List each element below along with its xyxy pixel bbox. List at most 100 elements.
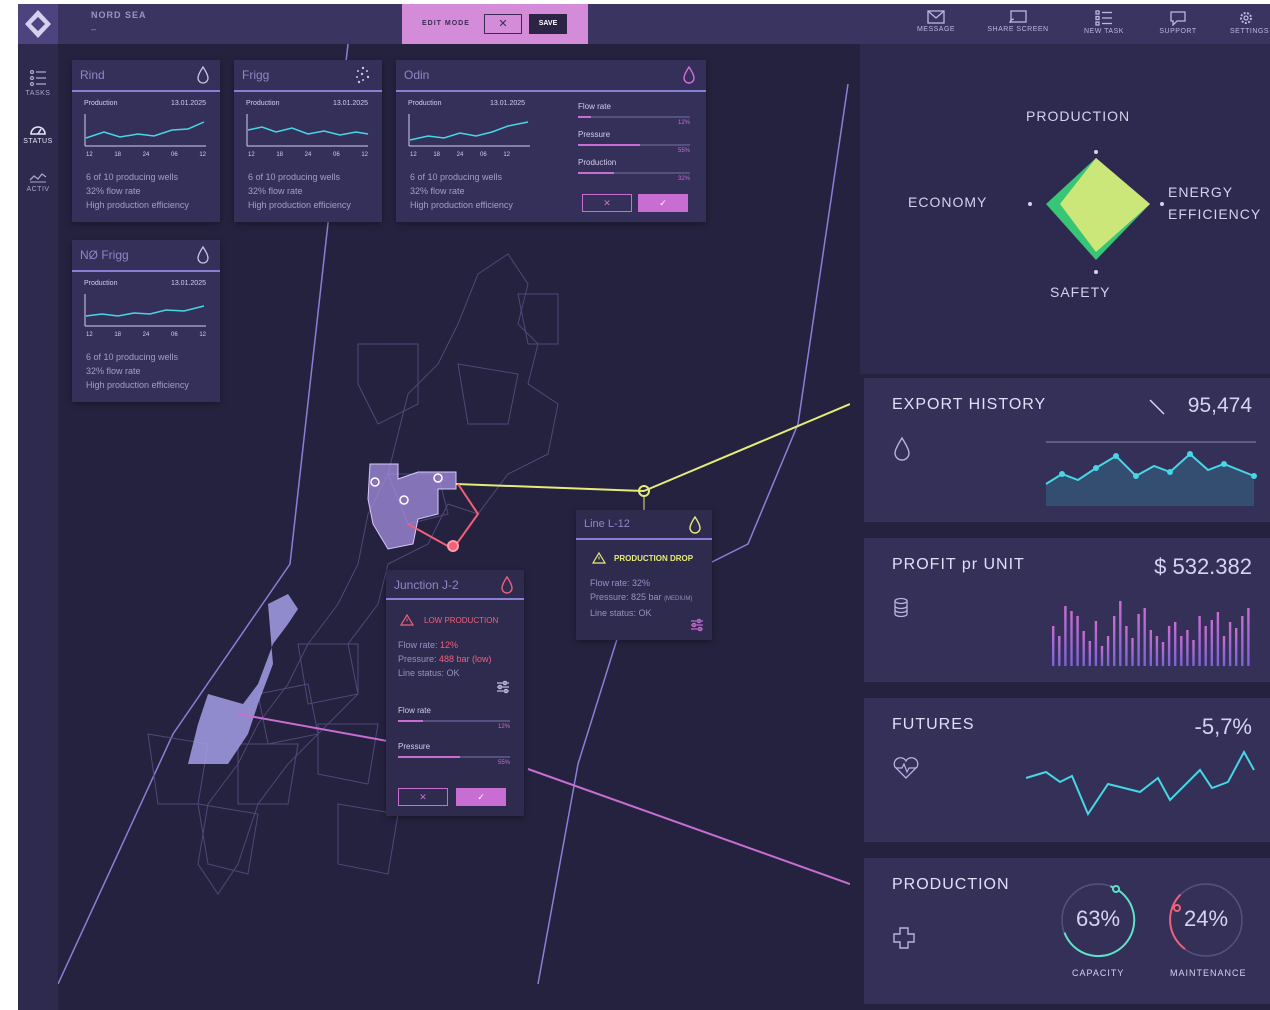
flow-rate-value: 12%	[440, 640, 459, 650]
support-button[interactable]: SUPPORT	[1138, 10, 1218, 35]
share-screen-button[interactable]: SHARE SCREEN	[978, 10, 1058, 33]
production-chart	[84, 294, 206, 327]
flow-rate-slider[interactable]: Flow rate 12%	[578, 102, 690, 128]
card-header: Rind	[72, 60, 220, 92]
action-bar: MESSAGE SHARE SCREEN NEW TASK SUPPORT SE…	[860, 4, 1270, 44]
summary-line: 32% flow rate	[86, 186, 141, 196]
profit-bar	[1094, 621, 1098, 666]
flow-rate-slider[interactable]: Flow rate 12%	[398, 706, 510, 736]
profit-bar	[1241, 616, 1244, 666]
drop-icon	[894, 436, 910, 461]
radar-label-economy: ECONOMY	[908, 194, 988, 210]
profit-bar	[1174, 622, 1177, 666]
drop-icon	[197, 246, 209, 264]
sidebar-item-activ[interactable]: ACTIV	[18, 170, 58, 193]
edit-cancel-button[interactable]: ✕	[484, 14, 522, 34]
profit-bar	[1149, 630, 1152, 666]
profit-bar	[1192, 640, 1195, 666]
profit-bar	[1088, 641, 1091, 666]
slider-label: Pressure	[398, 742, 431, 751]
junction-confirm-button[interactable]: ✓	[456, 788, 506, 806]
line-popup[interactable]: Line L-12 PRODUCTION DROP Flow rate: 32%…	[576, 510, 712, 640]
alert-text: PRODUCTION DROP	[614, 554, 694, 563]
odin-confirm-button[interactable]: ✓	[638, 194, 688, 212]
profit-bar	[1082, 631, 1085, 666]
tick-label: 24	[456, 152, 464, 158]
tick-label: 12	[361, 152, 368, 158]
field-card-no-frigg[interactable]: NØ Frigg Production 13.01.2025 12 18 24 06 1…	[72, 240, 220, 402]
new-task-button[interactable]: NEW TASK	[1064, 10, 1144, 35]
profit-bar	[1210, 620, 1213, 666]
profit-bar	[1204, 626, 1207, 666]
chart-ticks: 12 18 24 06 12	[86, 332, 206, 338]
field-card-rind[interactable]: Rind Production 13.01.2025 12 18 24 06 12 6 …	[72, 60, 220, 222]
summary-line: High production efficiency	[86, 200, 189, 210]
app-logo[interactable]	[18, 4, 58, 44]
sliders-icon[interactable]	[690, 618, 704, 632]
slider-fill	[578, 144, 640, 146]
share-screen-label: SHARE SCREEN	[987, 26, 1049, 33]
line-status-text: Line status: OK	[590, 608, 652, 618]
junction-node-marker[interactable]	[447, 540, 459, 552]
slider-fill	[578, 116, 592, 118]
slider-fill	[398, 720, 423, 722]
arrow-down-icon	[1149, 399, 1165, 415]
radar-label-production: PRODUCTION	[1026, 108, 1131, 124]
production-panel[interactable]: PRODUCTION 63% CAPACITY 24% MAINTENANCE	[864, 858, 1270, 1004]
profit-bar	[1052, 626, 1055, 666]
edit-mode-bar: EDIT MODE ✕ SAVE	[402, 4, 588, 44]
card-header: Line L-12	[576, 510, 712, 540]
pressure-value: 488 bar (low)	[439, 654, 492, 664]
chart-ticks: 12 18 24 06 12	[248, 152, 368, 158]
profit-bar	[1167, 626, 1171, 666]
sidebar-item-status[interactable]: STATUS	[18, 122, 58, 145]
pressure-slider[interactable]: Pressure 55%	[398, 742, 510, 772]
field-card-odin[interactable]: Odin Production 13.01.2025 12 18 24 06 12 6 …	[396, 60, 706, 222]
junction-cancel-button[interactable]: ✕	[398, 788, 448, 806]
gauge-value: 24%	[1183, 906, 1229, 931]
pressure-slider[interactable]: Pressure 55%	[578, 130, 690, 156]
sliders-icon[interactable]	[496, 680, 510, 694]
production-slider[interactable]: Production 32%	[578, 158, 690, 184]
junction-popup[interactable]: Junction J-2 LOW PRODUCTION Flow rate: 1…	[386, 570, 524, 816]
futures-panel[interactable]: FUTURES -5,7%	[864, 698, 1270, 842]
field-summary: 6 of 10 producing wells 32% flow rate Hi…	[86, 170, 189, 212]
summary-line: High production efficiency	[410, 200, 513, 210]
gauge-icon	[30, 126, 46, 135]
pressure-label: Pressure:	[398, 654, 437, 664]
radar-label-efficiency: EFFICIENCY	[1168, 206, 1262, 222]
message-button[interactable]: MESSAGE	[896, 10, 976, 33]
support-label: SUPPORT	[1159, 28, 1197, 35]
settings-button[interactable]: SETTINGS	[1216, 10, 1270, 35]
slider-label: Flow rate	[398, 706, 431, 715]
chart-label: Production	[408, 100, 442, 107]
settings-label: SETTINGS	[1230, 28, 1270, 35]
drop-icon	[197, 66, 209, 84]
card-header: Frigg	[234, 60, 382, 92]
profit-bar	[1186, 630, 1189, 666]
profit-panel[interactable]: PROFIT pr UNIT $ 532.382	[864, 538, 1270, 682]
edit-save-button[interactable]: SAVE	[529, 14, 567, 34]
tick-label: 24	[142, 332, 150, 338]
drop-icon	[501, 576, 513, 594]
odin-cancel-button[interactable]: ✕	[582, 194, 632, 212]
field-card-frigg[interactable]: Frigg Production 13.01.2025 12 18 24 06 12 6…	[234, 60, 382, 222]
export-history-panel[interactable]: EXPORT HISTORY 95,474	[864, 378, 1270, 522]
card-title: Line L-12	[584, 518, 630, 530]
region-title: NORD SEA	[91, 10, 147, 20]
profit-bar	[1058, 636, 1061, 666]
export-history-value: 95,474	[1187, 394, 1252, 417]
line-details: Flow rate: 32% Pressure: 825 bar (MEDIUM…	[590, 576, 692, 620]
field-summary: 6 of 10 producing wells 32% flow rate Hi…	[410, 170, 513, 212]
profit-bar	[1198, 616, 1201, 666]
profit-bar	[1100, 646, 1104, 666]
sidebar-item-tasks[interactable]: TASKS	[18, 68, 58, 97]
sparkle-icon	[356, 66, 370, 84]
highlighted-field[interactable]	[367, 463, 457, 550]
chart-label: Production	[246, 100, 280, 107]
summary-line: 32% flow rate	[86, 366, 141, 376]
secondary-field[interactable]	[188, 594, 298, 764]
chart-date: 13.01.2025	[170, 280, 206, 287]
card-title: NØ Frigg	[80, 248, 129, 262]
profit-bar	[1064, 606, 1067, 666]
